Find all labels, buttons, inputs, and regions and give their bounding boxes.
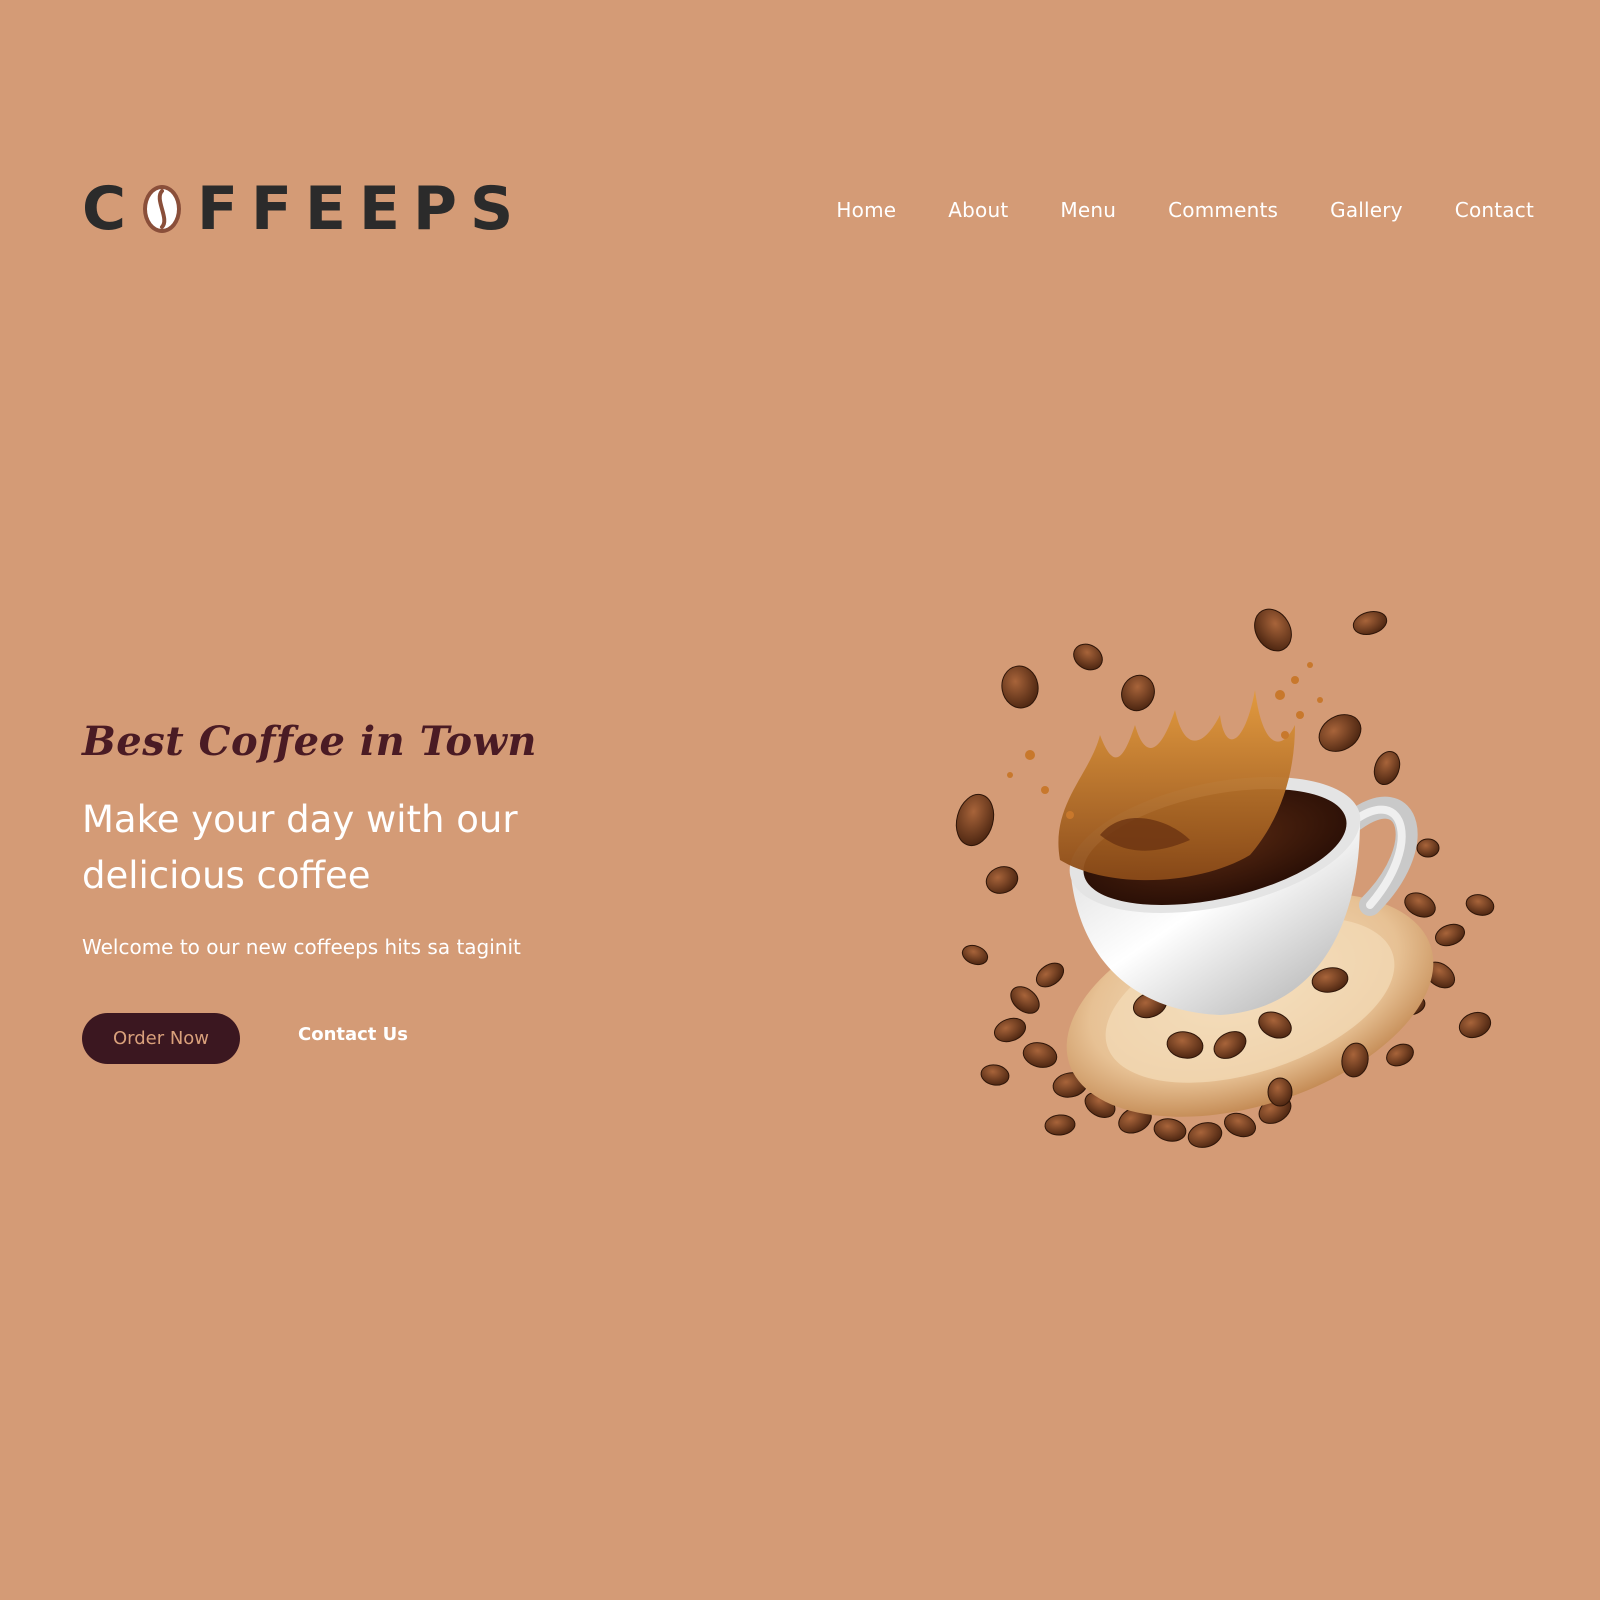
hero-subtext: Welcome to our new coffeeps hits sa tagi… xyxy=(82,935,521,959)
coffee-bean-icon xyxy=(143,185,182,233)
order-now-button[interactable]: Order Now xyxy=(82,1013,240,1064)
brand-logo[interactable]: C FFEEPS xyxy=(82,174,527,244)
nav-item-comments[interactable]: Comments xyxy=(1168,198,1278,222)
coffee-cup-splash-icon xyxy=(955,608,1495,1148)
nav-item-home[interactable]: Home xyxy=(836,198,896,222)
hero-headline: Make your day with our delicious coffee xyxy=(82,798,518,897)
logo-letter-c: C xyxy=(82,174,140,244)
landing-page: C FFEEPS Home About Menu Comments Galler… xyxy=(0,0,1600,1600)
nav-item-about[interactable]: About xyxy=(948,198,1008,222)
hero-tagline: Best Coffee in Town xyxy=(82,718,538,765)
main-nav: Home About Menu Comments Gallery Contact xyxy=(836,198,1534,222)
logo-text-rest: FFEEPS xyxy=(197,174,527,244)
nav-item-contact[interactable]: Contact xyxy=(1455,198,1534,222)
contact-us-button[interactable]: Contact Us xyxy=(298,1024,408,1045)
nav-item-menu[interactable]: Menu xyxy=(1060,198,1116,222)
nav-item-gallery[interactable]: Gallery xyxy=(1330,198,1403,222)
